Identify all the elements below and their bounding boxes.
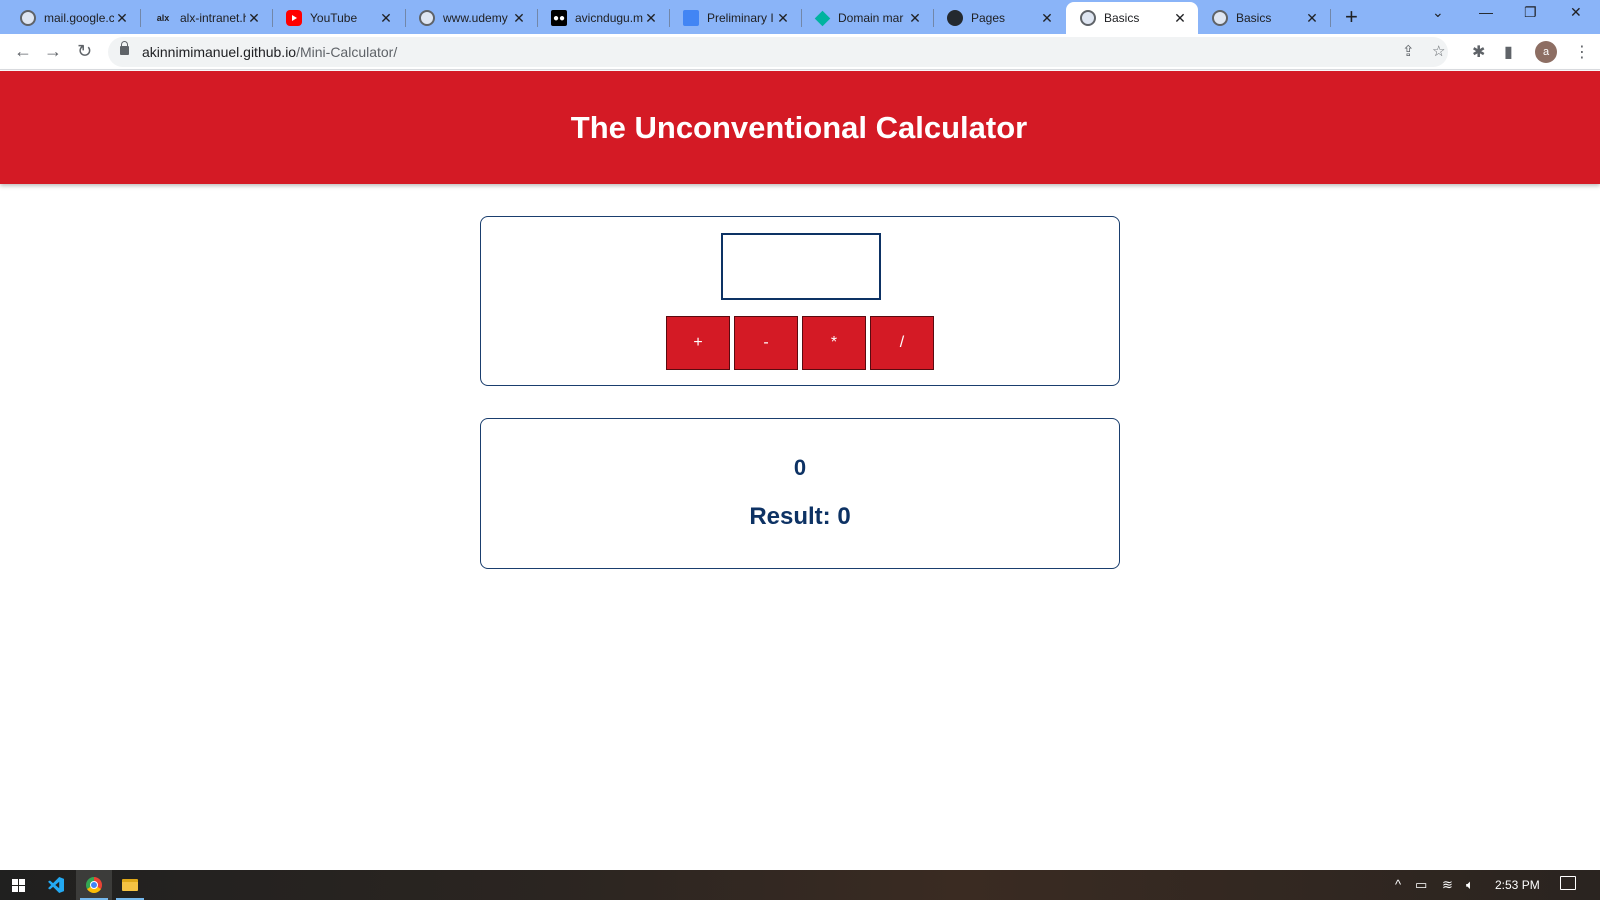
close-icon[interactable]: ✕	[114, 10, 130, 26]
forward-arrow-icon[interactable]: →	[44, 42, 62, 60]
close-icon[interactable]: ✕	[1304, 10, 1320, 26]
battery-icon[interactable]: ▭	[1415, 877, 1427, 893]
close-icon[interactable]: ✕	[643, 10, 659, 26]
number-input[interactable]	[721, 233, 881, 300]
browser-tab-strip: mail.google.c ✕ alx alx-intranet.h ✕ You…	[0, 0, 1600, 34]
close-icon[interactable]: ✕	[246, 10, 262, 26]
divide-button[interactable]: /	[870, 316, 934, 370]
tab-title: Preliminary I	[707, 11, 774, 25]
tab-title: Domain mar	[838, 11, 904, 25]
tab-alx-intranet[interactable]: alx alx-intranet.h ✕	[140, 2, 272, 34]
vscode-icon	[48, 877, 64, 893]
profile-avatar[interactable]: a	[1535, 41, 1557, 63]
restore-icon[interactable]: ❐	[1524, 4, 1537, 21]
folder-icon	[122, 879, 138, 891]
share-icon[interactable]: ⇪	[1402, 42, 1415, 60]
globe-icon	[419, 10, 435, 26]
taskbar-vscode[interactable]	[38, 870, 74, 900]
taskbar-clock[interactable]: 2:53 PM	[1495, 878, 1540, 892]
globe-icon	[1080, 10, 1096, 26]
result-card: 0 Result: 0	[480, 418, 1120, 569]
back-arrow-icon[interactable]: ←	[14, 42, 32, 60]
browser-toolbar: ← → ↻ akinnimimanuel.github.io/Mini-Calc…	[0, 34, 1600, 70]
tab-mail[interactable]: mail.google.c ✕	[0, 2, 140, 34]
url-path: /Mini-Calculator/	[296, 44, 398, 60]
address-bar[interactable]: akinnimimanuel.github.io/Mini-Calculator…	[108, 37, 1448, 67]
reload-icon[interactable]: ↻	[77, 42, 92, 60]
current-calculation: 0	[793, 455, 807, 480]
taskbar-file-explorer[interactable]	[112, 870, 148, 900]
multiply-button[interactable]: *	[802, 316, 866, 370]
tab-title: www.udemy	[443, 11, 508, 25]
menu-kebab-icon[interactable]: ⋮	[1574, 42, 1590, 62]
diamond-icon	[814, 10, 831, 26]
tab-search-icon[interactable]: ⌄	[1432, 4, 1444, 21]
globe-icon	[1212, 10, 1228, 26]
tab-title: Pages	[971, 11, 1006, 25]
extensions-puzzle-icon[interactable]: ✱	[1472, 42, 1485, 62]
tab-title: alx-intranet.h	[180, 11, 246, 25]
subtract-button[interactable]: -	[734, 316, 798, 370]
close-icon[interactable]: ✕	[775, 10, 791, 26]
close-icon[interactable]: ✕	[907, 10, 923, 26]
new-tab-button[interactable]: +	[1345, 6, 1358, 28]
tab-preliminary-doc[interactable]: Preliminary I ✕	[669, 2, 801, 34]
alx-icon: alx	[156, 13, 170, 23]
windows-taskbar: ^ ▭ ≋ 🔈︎ 2:53 PM	[0, 870, 1600, 900]
url-text[interactable]: akinnimimanuel.github.io/Mini-Calculator…	[142, 44, 397, 60]
tab-basics[interactable]: Basics ✕	[1198, 2, 1330, 34]
operator-buttons: + - * /	[666, 316, 934, 370]
tab-domain-manager[interactable]: Domain mar ✕	[801, 2, 933, 34]
notification-icon[interactable]	[1560, 876, 1576, 890]
tab-title: Basics	[1104, 11, 1140, 25]
page-title: The Unconventional Calculator	[570, 109, 1028, 145]
lock-icon	[120, 41, 129, 55]
bookmark-star-icon[interactable]: ☆	[1432, 42, 1445, 60]
tab-title: mail.google.c	[44, 11, 114, 25]
close-icon[interactable]: ✕	[1172, 10, 1188, 26]
url-host: akinnimimanuel.github.io	[142, 44, 297, 60]
tab-github-pages[interactable]: Pages ✕	[933, 2, 1065, 34]
page-header: The Unconventional Calculator	[0, 71, 1600, 184]
youtube-icon	[286, 10, 302, 26]
add-button[interactable]: +	[666, 316, 730, 370]
minimize-icon[interactable]: —	[1479, 4, 1493, 20]
start-button[interactable]	[0, 870, 36, 900]
show-hidden-icons-icon[interactable]: ^	[1395, 877, 1401, 892]
tab-basics-active[interactable]: Basics ✕	[1066, 2, 1198, 34]
globe-icon	[20, 10, 36, 26]
tab-title: avicndugu.m	[575, 11, 643, 25]
chrome-icon	[86, 877, 102, 893]
result-text: Result: 0	[749, 503, 851, 530]
tab-title: Basics	[1236, 11, 1272, 25]
tab-title: YouTube	[310, 11, 358, 25]
close-icon[interactable]: ✕	[378, 10, 394, 26]
side-panel-icon[interactable]: ▮	[1504, 42, 1513, 62]
wifi-icon[interactable]: ≋	[1442, 877, 1453, 893]
github-icon	[947, 10, 963, 26]
close-icon[interactable]: ✕	[1039, 10, 1055, 26]
close-icon[interactable]: ✕	[511, 10, 527, 26]
medium-icon: ●●	[551, 10, 567, 26]
window-close-icon[interactable]: ✕	[1570, 4, 1582, 21]
tab-udemy[interactable]: www.udemy ✕	[405, 2, 537, 34]
windows-logo-icon	[11, 878, 25, 892]
input-card: + - * /	[480, 216, 1120, 386]
docs-icon	[683, 10, 699, 26]
tab-medium[interactable]: ●● avicndugu.m ✕	[537, 2, 669, 34]
tab-youtube[interactable]: YouTube ✕	[272, 2, 404, 34]
taskbar-chrome[interactable]	[76, 870, 112, 900]
volume-icon[interactable]: 🔈︎	[1466, 877, 1474, 893]
